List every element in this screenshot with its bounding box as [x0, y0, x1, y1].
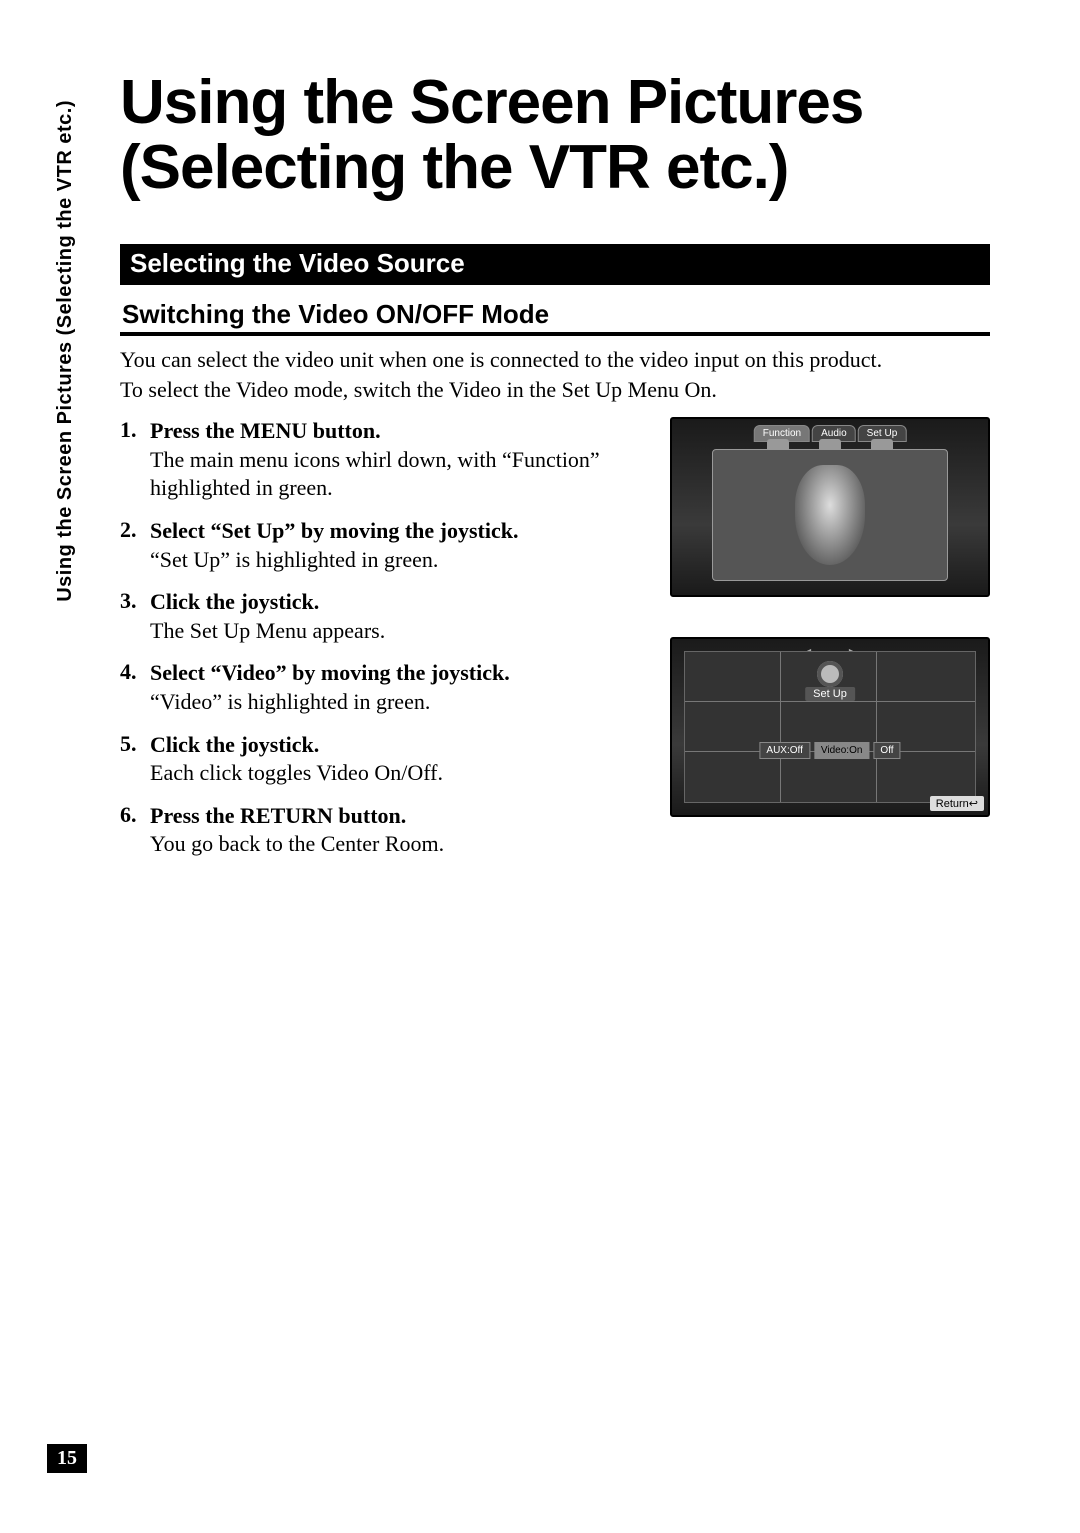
step-desc: “Video” is highlighted in green.: [150, 688, 644, 717]
figure-main-menu: Function Audio Set Up: [670, 417, 990, 597]
side-tab-label: Using the Screen Pictures (Selecting the…: [54, 100, 82, 602]
gear-icon: [817, 661, 843, 687]
step-item: Press the RETURN button. You go back to …: [120, 802, 644, 859]
step-desc: Each click toggles Video On/Off.: [150, 759, 644, 788]
page-title-line2: (Selecting the VTR etc.): [120, 133, 788, 202]
step-title: Click the joystick.: [150, 731, 644, 760]
page-number: 15: [47, 1444, 87, 1473]
figure2-opt-aux: AUX:Off: [759, 742, 810, 759]
intro-line2: To select the Video mode, switch the Vid…: [120, 376, 990, 404]
two-column-layout: Press the MENU button. The main menu ico…: [120, 417, 990, 873]
figure1-preview-panel: [712, 449, 948, 581]
intro-text: You can select the video unit when one i…: [120, 346, 990, 403]
manual-page: Using the Screen Pictures (Selecting the…: [0, 0, 1080, 1533]
intro-line1: You can select the video unit when one i…: [120, 346, 990, 374]
figure-setup-menu: ◄ ► Set Up AUX:Off Video:On Off Return↩: [670, 637, 990, 817]
step-title: Click the joystick.: [150, 588, 644, 617]
page-title-line1: Using the Screen Pictures: [120, 68, 863, 137]
step-item: Select “Set Up” by moving the joystick. …: [120, 517, 644, 574]
step-item: Press the MENU button. The main menu ico…: [120, 417, 644, 503]
step-title: Press the RETURN button.: [150, 802, 644, 831]
step-item: Click the joystick. The Set Up Menu appe…: [120, 588, 644, 645]
step-desc: The main menu icons whirl down, with “Fu…: [150, 446, 644, 503]
step-desc: The Set Up Menu appears.: [150, 617, 644, 646]
step-title: Select “Video” by moving the joystick.: [150, 659, 644, 688]
step-title: Press the MENU button.: [150, 417, 644, 446]
page-title: Using the Screen Pictures (Selecting the…: [120, 70, 990, 200]
step-desc: You go back to the Center Room.: [150, 830, 644, 859]
figure2-setup-label: Set Up: [805, 687, 855, 701]
step-item: Select “Video” by moving the joystick. “…: [120, 659, 644, 716]
section-title: Selecting the Video Source: [120, 244, 990, 285]
step-title: Select “Set Up” by moving the joystick.: [150, 517, 644, 546]
step-desc: “Set Up” is highlighted in green.: [150, 546, 644, 575]
figure2-opt-off: Off: [873, 742, 900, 759]
steps-list: Press the MENU button. The main menu ico…: [120, 417, 644, 859]
page-content: Using the Screen Pictures (Selecting the…: [120, 70, 990, 873]
subsection-title: Switching the Video ON/OFF Mode: [120, 299, 990, 336]
figure2-options: AUX:Off Video:On Off: [759, 742, 900, 759]
steps-column: Press the MENU button. The main menu ico…: [120, 417, 644, 873]
figure2-opt-video: Video:On: [814, 742, 870, 759]
step-item: Click the joystick. Each click toggles V…: [120, 731, 644, 788]
figure2-return-label: Return↩: [930, 796, 984, 811]
figure-column: Function Audio Set Up ◄ ►: [670, 417, 990, 873]
